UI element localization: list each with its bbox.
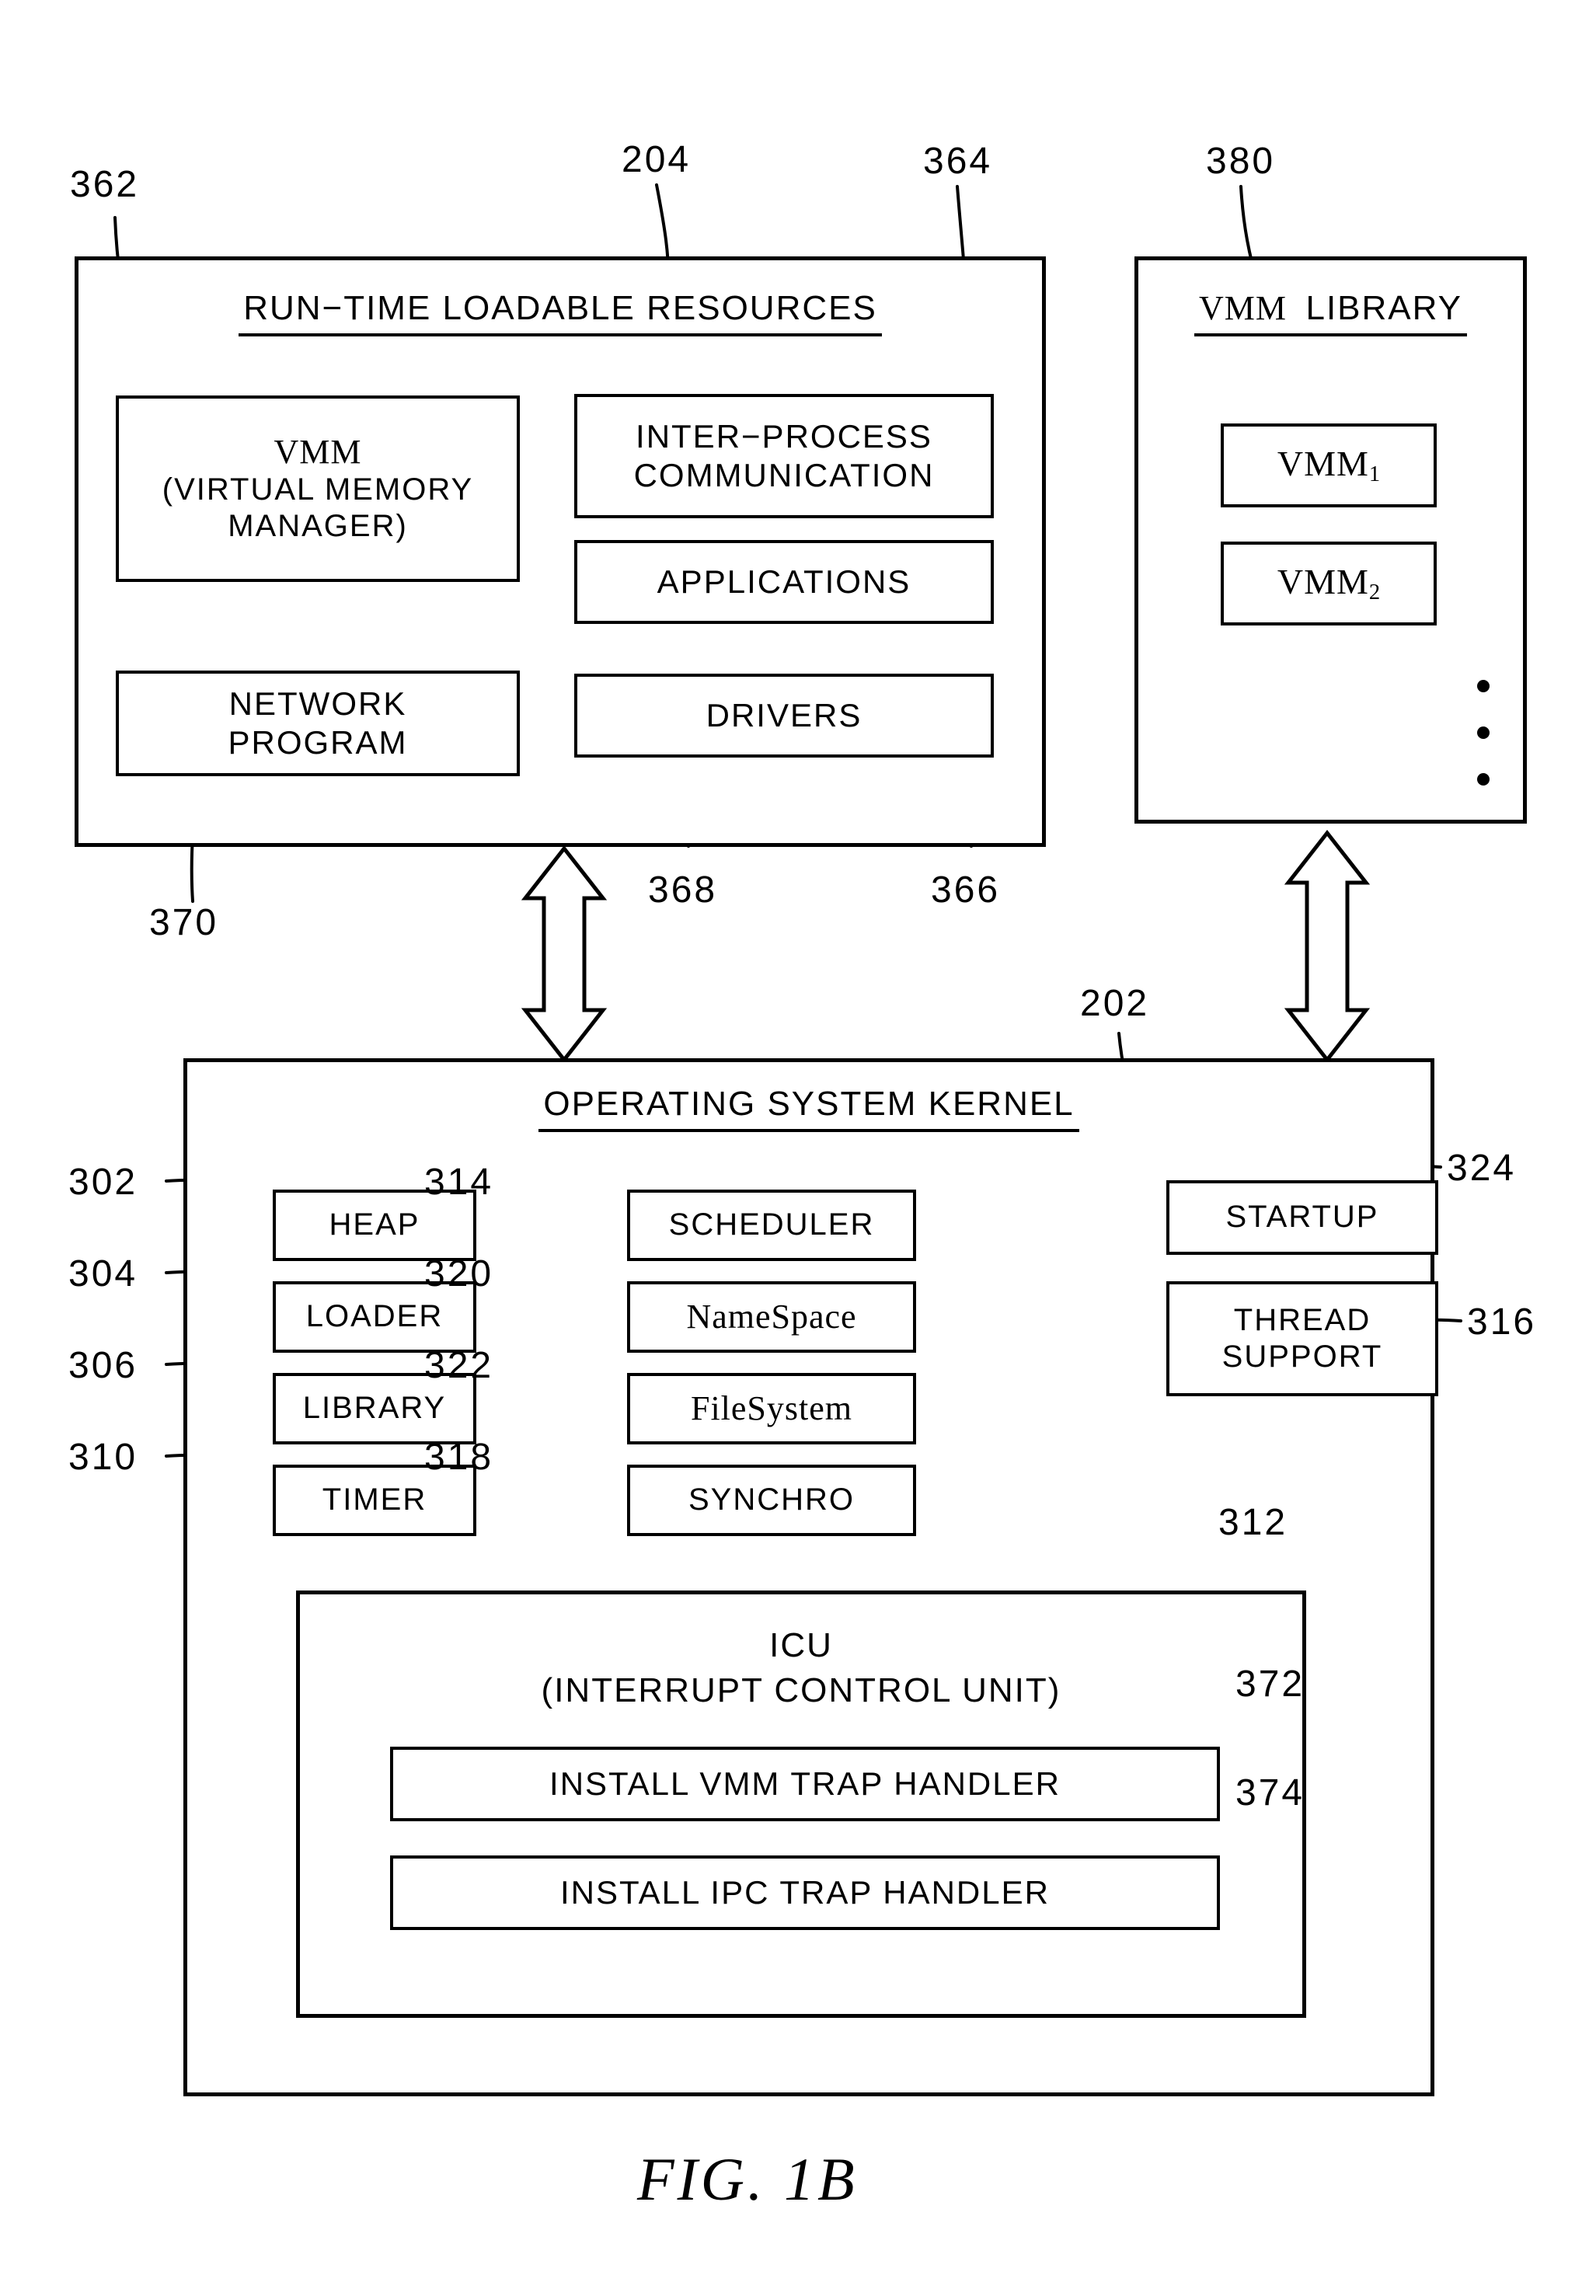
box-filesystem-label: FileSystem (690, 1388, 853, 1427)
box-drivers: DRIVERS (574, 674, 994, 758)
vmm-library-title-sans: LIBRARY (1305, 289, 1462, 327)
box-synchro: SYNCHRO (627, 1465, 916, 1536)
ref-370: 370 (149, 902, 219, 943)
vmmlibrary-to-kernel-arrow (1284, 829, 1371, 1064)
box-network-program-line2: PROGRAM (228, 724, 408, 761)
ref-362: 362 (70, 164, 140, 205)
box-filesystem: FileSystem (627, 1373, 916, 1444)
box-thread-support-line2: SUPPORT (1221, 1340, 1383, 1374)
box-ipc-line1: INTER−PROCESS (636, 418, 932, 455)
box-applications: APPLICATIONS (574, 540, 994, 624)
ref-366: 366 (931, 869, 1001, 911)
kernel-panel-title-wrap: OPERATING SYSTEM KERNEL (187, 1084, 1430, 1132)
vmm-library-title: VMM LIBRARY (1194, 288, 1467, 336)
box-synchro-label: SYNCHRO (688, 1482, 855, 1517)
box-scheduler: SCHEDULER (627, 1190, 916, 1261)
vmm-library-panel: VMM LIBRARY VMM1 VMM2 (1134, 256, 1527, 824)
ref-318: 318 (424, 1437, 494, 1478)
ref-364: 364 (923, 141, 993, 182)
ellipsis-dot-1 (1477, 680, 1490, 692)
box-namespace: NameSpace (627, 1281, 916, 1353)
ref-374: 374 (1235, 1772, 1305, 1813)
box-vmm-2-label: VMM2 (1277, 561, 1381, 604)
box-applications-label: APPLICATIONS (657, 563, 911, 601)
ref-320: 320 (424, 1253, 494, 1294)
box-vmm: VMM (VIRTUAL MEMORY MANAGER) (116, 395, 520, 582)
vmm-library-title-wrap: VMM LIBRARY (1138, 288, 1523, 336)
box-install-ipc-trap-handler-label: INSTALL IPC TRAP HANDLER (560, 1874, 1050, 1911)
box-network-program-line1: NETWORK (228, 685, 407, 723)
ref-304: 304 (68, 1253, 138, 1294)
icu-title-line1: ICU (769, 1626, 833, 1664)
icu-panel: ICU (INTERRUPT CONTROL UNIT) INSTALL VMM… (296, 1590, 1306, 2018)
ref-314: 314 (424, 1162, 494, 1203)
box-inter-process-communication: INTER−PROCESS COMMUNICATION (574, 394, 994, 518)
box-scheduler-label: SCHEDULER (668, 1207, 875, 1242)
box-drivers-label: DRIVERS (706, 697, 862, 734)
ref-380: 380 (1206, 141, 1276, 182)
box-install-vmm-trap-handler: INSTALL VMM TRAP HANDLER (390, 1747, 1220, 1821)
ref-324: 324 (1447, 1148, 1517, 1189)
box-vmm-1: VMM1 (1221, 423, 1437, 507)
vmm-library-title-serif: VMM (1199, 289, 1288, 327)
runtime-panel-title: RUN−TIME LOADABLE RESOURCES (239, 288, 882, 336)
box-vmm-line2: (VIRTUAL MEMORY (162, 472, 474, 507)
box-ipc-line2: COMMUNICATION (633, 457, 935, 493)
ref-372: 372 (1235, 1664, 1305, 1705)
box-vmm-2: VMM2 (1221, 542, 1437, 625)
ref-316: 316 (1467, 1301, 1537, 1343)
ellipsis-dot-3 (1477, 773, 1490, 786)
runtime-to-kernel-arrow (521, 845, 608, 1064)
patent-figure-1b: RUN−TIME LOADABLE RESOURCES VMM (VIRTUAL… (0, 0, 1596, 2296)
box-vmm-1-label: VMM1 (1277, 443, 1381, 486)
box-startup: STARTUP (1166, 1180, 1438, 1255)
box-network-program: NETWORK PROGRAM (116, 671, 520, 776)
runtime-panel-title-wrap: RUN−TIME LOADABLE RESOURCES (78, 288, 1042, 336)
box-timer-label: TIMER (322, 1482, 427, 1517)
runtime-loadable-resources-panel: RUN−TIME LOADABLE RESOURCES VMM (VIRTUAL… (75, 256, 1046, 847)
box-vmm-line3: MANAGER) (228, 509, 408, 544)
box-heap-label: HEAP (329, 1207, 420, 1242)
box-namespace-label: NameSpace (686, 1297, 857, 1336)
box-thread-support-line1: THREAD (1233, 1302, 1371, 1337)
ref-306: 306 (68, 1345, 138, 1386)
ref-202: 202 (1080, 983, 1150, 1024)
box-library-label: LIBRARY (302, 1391, 447, 1426)
ref-302: 302 (68, 1162, 138, 1203)
ellipsis-dot-2 (1477, 726, 1490, 739)
ref-310: 310 (68, 1437, 138, 1478)
ref-204: 204 (622, 139, 692, 180)
kernel-panel-title: OPERATING SYSTEM KERNEL (538, 1084, 1079, 1132)
icu-title-line2: (INTERRUPT CONTROL UNIT) (541, 1671, 1061, 1709)
box-install-vmm-trap-handler-label: INSTALL VMM TRAP HANDLER (549, 1765, 1061, 1803)
box-thread-support: THREAD SUPPORT (1166, 1281, 1438, 1396)
ref-368: 368 (648, 869, 718, 911)
box-install-ipc-trap-handler: INSTALL IPC TRAP HANDLER (390, 1855, 1220, 1930)
box-startup-label: STARTUP (1225, 1200, 1379, 1235)
operating-system-kernel-panel: OPERATING SYSTEM KERNEL HEAP LOADER LIBR… (183, 1058, 1438, 2096)
figure-label: FIG. 1B (637, 2145, 858, 2213)
box-loader-label: LOADER (305, 1299, 444, 1334)
box-vmm-line1: VMM (274, 432, 362, 471)
ref-312: 312 (1218, 1502, 1288, 1543)
ref-322: 322 (424, 1345, 494, 1386)
